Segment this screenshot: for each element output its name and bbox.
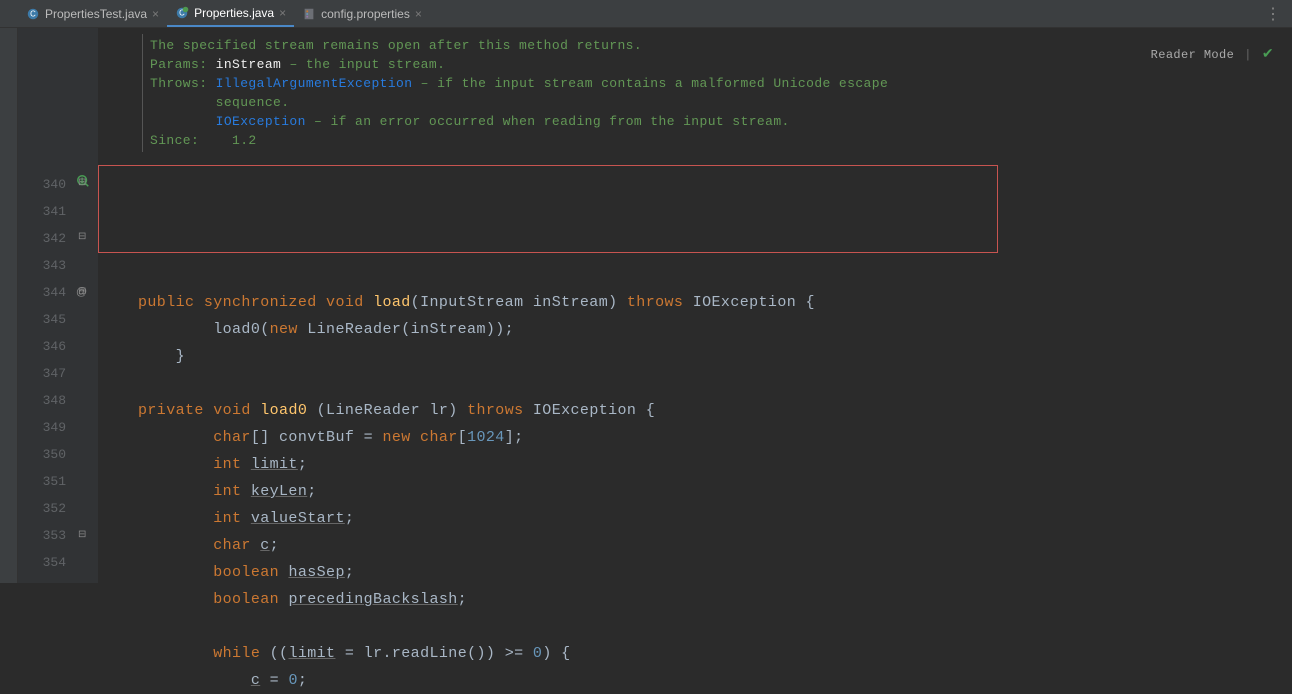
code-line: while ((limit = lr.readLine()) >= 0) { bbox=[98, 640, 1292, 667]
tab-properties[interactable]: C Properties.java × bbox=[167, 0, 294, 27]
line-number-gutter: 340 341 342 343 344 345 346 347 348 349 … bbox=[18, 28, 72, 583]
tab-label: PropertiesTest.java bbox=[45, 7, 147, 21]
gutter-icons: @ ⊟ ⊟ ⊟ ⊟ bbox=[72, 28, 98, 583]
doc-throws-desc: – if the input stream contains a malform… bbox=[412, 76, 888, 91]
fold-icon[interactable]: ⊟ bbox=[78, 529, 86, 540]
close-icon[interactable]: × bbox=[415, 7, 422, 21]
code-line: char c; bbox=[98, 532, 1292, 559]
fold-icon[interactable]: ⊟ bbox=[78, 177, 86, 188]
line-number: 348 bbox=[43, 387, 66, 414]
code-line: int limit; bbox=[98, 451, 1292, 478]
code-line: load0(new LineReader(inStream)); bbox=[98, 316, 1292, 343]
doc-throws-label: Throws: bbox=[150, 76, 207, 91]
line-number: 352 bbox=[43, 495, 66, 522]
line-number: 344 bbox=[43, 279, 66, 306]
svg-text:C: C bbox=[30, 9, 36, 18]
code-line: private void load0 (LineReader lr) throw… bbox=[98, 397, 1292, 424]
left-tool-strip bbox=[0, 28, 18, 583]
code-line: boolean hasSep; bbox=[98, 559, 1292, 586]
line-number: 340 bbox=[43, 171, 66, 198]
line-number: 342 bbox=[43, 225, 66, 252]
code-line: c = 0; bbox=[98, 667, 1292, 694]
doc-params-label: Params: bbox=[150, 57, 207, 72]
close-icon[interactable]: × bbox=[279, 6, 286, 20]
doc-since-value: 1.2 bbox=[232, 133, 257, 148]
doc-throws-link[interactable]: IOException bbox=[216, 114, 306, 129]
code-line: int keyLen; bbox=[98, 478, 1292, 505]
code-line: char[] convtBuf = new char[1024]; bbox=[98, 424, 1292, 451]
reader-mode-label: Reader Mode bbox=[1151, 42, 1235, 69]
doc-throws-desc: – if an error occurred when reading from… bbox=[306, 114, 790, 129]
line-number: 353 bbox=[43, 522, 66, 549]
doc-since-label: Since: bbox=[150, 133, 199, 148]
tab-properties-test[interactable]: C PropertiesTest.java × bbox=[18, 0, 167, 27]
tab-bar: C PropertiesTest.java × C Properties.jav… bbox=[0, 0, 1292, 28]
code-line: int valueStart; bbox=[98, 505, 1292, 532]
code-line: boolean precedingBackslash; bbox=[98, 586, 1292, 613]
line-number: 346 bbox=[43, 333, 66, 360]
kebab-menu-icon[interactable]: ⋮ bbox=[1265, 4, 1282, 28]
tab-label: Properties.java bbox=[194, 6, 274, 20]
doc-throws-cont: sequence. bbox=[216, 95, 290, 110]
code-line: public synchronized void load(InputStrea… bbox=[98, 289, 1292, 316]
doc-param-name: inStream bbox=[216, 57, 282, 72]
java-class-icon: C bbox=[175, 6, 189, 20]
line-number: 349 bbox=[43, 414, 66, 441]
java-class-icon: C bbox=[26, 7, 40, 21]
code-line bbox=[98, 370, 1292, 397]
line-number: 351 bbox=[43, 468, 66, 495]
line-number: 345 bbox=[43, 306, 66, 333]
line-number: 347 bbox=[43, 360, 66, 387]
code-line bbox=[98, 613, 1292, 640]
tab-label: config.properties bbox=[321, 7, 410, 21]
line-number: 350 bbox=[43, 441, 66, 468]
line-number: 341 bbox=[43, 198, 66, 225]
code-area[interactable]: Reader Mode | ✔ The specified stream rem… bbox=[98, 28, 1292, 583]
doc-throws-link[interactable]: IllegalArgumentException bbox=[216, 76, 413, 91]
editor: 340 341 342 343 344 345 346 347 348 349 … bbox=[0, 28, 1292, 583]
line-number: 343 bbox=[43, 252, 66, 279]
doc-param-desc: – the input stream. bbox=[281, 57, 445, 72]
doc-desc: The specified stream remains open after … bbox=[150, 36, 1292, 55]
fold-icon[interactable]: ⊟ bbox=[78, 286, 86, 297]
analysis-ok-icon[interactable]: ✔ bbox=[1262, 42, 1274, 69]
line-number: 354 bbox=[43, 549, 66, 576]
tab-config-properties[interactable]: config.properties × bbox=[294, 0, 430, 27]
javadoc-block: The specified stream remains open after … bbox=[142, 34, 1292, 152]
reader-mode-toggle[interactable]: Reader Mode | ✔ bbox=[1151, 42, 1274, 69]
fold-end-icon[interactable]: ⊟ bbox=[78, 231, 86, 242]
code-line: } bbox=[98, 343, 1292, 370]
properties-file-icon bbox=[302, 7, 316, 21]
close-icon[interactable]: × bbox=[152, 7, 159, 21]
